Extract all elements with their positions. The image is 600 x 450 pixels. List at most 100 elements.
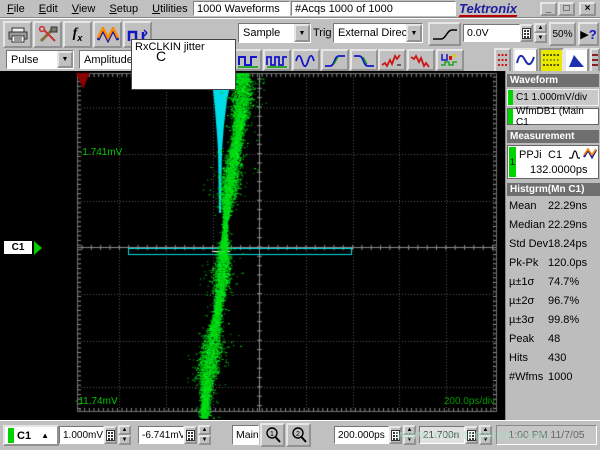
waveform-label-popup[interactable]: RxCLKIN jitter C [131, 39, 236, 90]
horizontal-scale-field[interactable]: 200.000ps [334, 426, 389, 444]
measure-jitter-fall-button[interactable] [407, 49, 435, 71]
spin-up-icon[interactable]: ▲ [198, 425, 211, 435]
menu-edit[interactable]: Edit [32, 1, 65, 17]
keypad-button[interactable] [520, 24, 533, 42]
fall-time-icon [353, 53, 375, 68]
stat-label: Std Dev [509, 238, 548, 250]
hist-row-pkpk: Pk-Pk120.0ps [508, 255, 600, 274]
magnifier-2-icon: 2 [291, 427, 307, 443]
histogram-panel-header: Histgrm(Mn C1) [507, 183, 600, 196]
horizontal-histogram-button[interactable] [494, 48, 511, 73]
measure-period-button[interactable] [234, 49, 262, 71]
waveform-item-wfmdb1[interactable]: WfmDB1 (Main C1 [507, 108, 599, 125]
measure-frequency-button[interactable] [263, 49, 291, 71]
spin-down-icon[interactable]: ▼ [118, 435, 131, 445]
tektronix-logo: Tektronix [459, 1, 517, 17]
hist-row-wfms: #Wfms 1000 [508, 369, 600, 388]
spin-up-icon[interactable]: ▲ [534, 23, 547, 33]
waveform-display[interactable]: -1.741mV -11.74mV 200.0ps/div C1 [0, 71, 505, 420]
bottom-voltage-label: -11.74mV [75, 396, 118, 407]
keypad-button[interactable] [184, 426, 197, 444]
minimize-button[interactable]: _ [540, 2, 557, 16]
measure-category-value: Pulse [7, 54, 57, 66]
measure-jitter-rise-button[interactable] [378, 49, 406, 71]
chevron-down-icon[interactable]: ▼ [294, 24, 310, 42]
chevron-down-icon[interactable]: ▼ [57, 51, 73, 68]
waveform-count-field[interactable]: 1000 Waveforms [193, 1, 290, 16]
horizontal-delay-field[interactable]: 21.700n [419, 426, 465, 444]
sine-wave-icon [516, 52, 535, 69]
menu-view[interactable]: View [65, 1, 103, 17]
spin-down-icon[interactable]: ▼ [534, 33, 547, 43]
utility-button[interactable] [33, 21, 62, 48]
measure-falltime-button[interactable] [350, 49, 378, 71]
trigger-slope-button[interactable] [428, 22, 461, 46]
chevron-down-icon[interactable]: ▼ [406, 24, 422, 42]
tab-waveform-view[interactable] [513, 48, 538, 73]
channel-marker[interactable]: C1 [3, 240, 33, 255]
svg-text:2: 2 [296, 431, 300, 438]
spin-up-icon[interactable]: ▲ [403, 425, 416, 435]
top-voltage-label: -1.741mV [79, 147, 122, 158]
zoom-secondary-button[interactable]: 2 [286, 423, 311, 447]
vertical-position-spinner[interactable]: ▲▼ [198, 425, 211, 445]
measurement-item[interactable]: 1 PPJi C1 132.0000ps [507, 145, 599, 179]
channel-select-button[interactable]: C1 ▲ [3, 425, 59, 446]
keypad-button[interactable] [465, 426, 478, 444]
math-button[interactable]: fx [63, 21, 92, 48]
spin-down-icon[interactable]: ▼ [479, 435, 492, 445]
measure-tie-button[interactable] [436, 49, 464, 71]
menu-file[interactable]: File [0, 1, 32, 17]
trigger-level-field[interactable]: 0.0V [463, 24, 520, 42]
vertical-scale-spinner[interactable]: ▲▼ [118, 425, 131, 445]
zoom-primary-button[interactable]: 1 [260, 423, 285, 447]
trigger-source-combo[interactable]: External Direct ▼ [333, 23, 423, 43]
keypad-icon [467, 430, 476, 441]
eye-diagram-icon [542, 52, 561, 69]
measurement-value: 132.0000ps [530, 164, 588, 176]
horizontal-scale-spinner[interactable]: ▲▼ [403, 425, 416, 445]
stat-label: #Wfms [509, 371, 543, 383]
reference-wave-button[interactable] [93, 21, 122, 48]
trig-label: Trig [313, 27, 332, 39]
print-button[interactable] [3, 21, 32, 48]
tab-histogram-view[interactable] [564, 48, 589, 73]
vertical-scale-field[interactable]: 1.000mV/ [59, 426, 104, 444]
stat-value: 1000 [548, 371, 572, 383]
waveform-item-c1[interactable]: C1 1.000mV/div [507, 89, 599, 106]
vertical-position-field[interactable]: -6.741mV [138, 426, 184, 444]
hist-row-mean: Mean22.29ns [508, 198, 600, 217]
color-wave-small-icon [583, 148, 598, 160]
stat-label: µ±2σ [509, 295, 534, 307]
jitter-rise-icon [381, 53, 403, 68]
measurement-panel-header: Measurement [507, 130, 599, 143]
spin-up-icon[interactable]: ▲ [479, 425, 492, 435]
sidebar-drag-handle[interactable] [590, 48, 600, 73]
tab-eye-diagram[interactable] [539, 48, 564, 73]
histogram-peak-icon [567, 52, 586, 69]
graticule-canvas[interactable] [0, 71, 505, 420]
measure-cycle-button[interactable] [292, 49, 320, 71]
channel-marker-arrow-icon [34, 241, 42, 255]
stat-value: 99.8% [548, 314, 579, 326]
keypad-button[interactable] [389, 426, 402, 444]
restore-button[interactable]: □ [558, 2, 575, 16]
timebase-mode-field[interactable]: Main [232, 425, 259, 445]
trigger-level-spinner[interactable]: ▲▼ [534, 23, 547, 43]
acquisition-mode-combo[interactable]: Sample ▼ [238, 23, 311, 43]
set-level-50-button[interactable]: 50% [549, 22, 576, 46]
spin-down-icon[interactable]: ▼ [198, 435, 211, 445]
menu-setup[interactable]: Setup [102, 1, 145, 17]
horizontal-delay-spinner[interactable]: ▲▼ [479, 425, 492, 445]
context-help-button[interactable]: ▶? [578, 22, 599, 46]
keypad-button[interactable] [104, 426, 117, 444]
chevron-up-icon: ▲ [41, 431, 49, 440]
spin-down-icon[interactable]: ▼ [403, 435, 416, 445]
menu-utilities[interactable]: Utilities [145, 1, 194, 17]
close-button[interactable]: × [579, 2, 596, 16]
measure-category-combo[interactable]: Pulse ▼ [6, 50, 74, 69]
measure-risetime-button[interactable] [321, 49, 349, 71]
stat-label: Median [509, 219, 545, 231]
spin-up-icon[interactable]: ▲ [118, 425, 131, 435]
stat-label: µ±1σ [509, 276, 534, 288]
